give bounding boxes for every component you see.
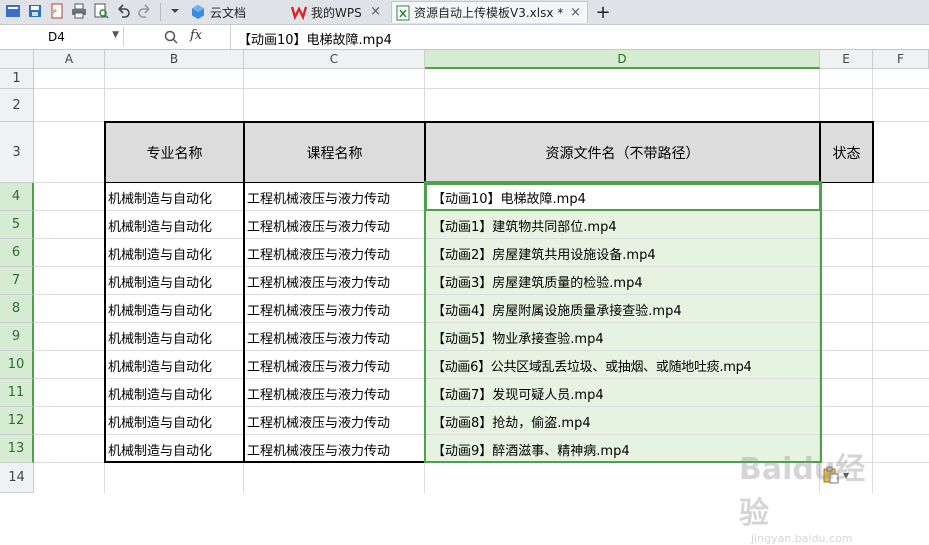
export-pdf-icon[interactable]: P	[49, 3, 65, 19]
header-cell-filename[interactable]: 资源文件名（不带路径）	[425, 122, 820, 183]
wps-logo-icon	[291, 6, 307, 20]
table-cell-major[interactable]: 机械制造与自动化	[105, 379, 244, 407]
row-header-3[interactable]: 3	[0, 122, 34, 183]
row-header-10[interactable]: 10	[0, 351, 34, 379]
table-border	[424, 121, 426, 183]
redo-icon[interactable]	[137, 3, 153, 19]
tab-label: 云文档	[210, 5, 247, 20]
row-header-8[interactable]: 8	[0, 295, 34, 323]
spreadsheet-file-icon	[396, 5, 410, 20]
undo-icon[interactable]	[115, 3, 131, 19]
watermark-logo: Baidu经验	[739, 452, 866, 531]
table-cell-filename[interactable]: 【动画6】公共区域乱丢垃圾、或抽烟、或随地吐痰.mp4	[425, 351, 820, 379]
table-border	[104, 121, 106, 463]
header-cell-course[interactable]: 课程名称	[244, 122, 425, 183]
zoom-icon[interactable]	[164, 30, 178, 44]
table-cell-course[interactable]: 工程机械液压与液力传动	[244, 435, 425, 463]
header-cell-status[interactable]: 状态	[820, 122, 873, 183]
table-cell-filename[interactable]: 【动画8】抢劫，偷盗.mp4	[425, 407, 820, 435]
formula-input[interactable]: 【动画10】电梯故障.mp4	[238, 29, 392, 48]
row-header-2[interactable]: 2	[0, 89, 34, 122]
column-header-c[interactable]: C	[244, 50, 425, 69]
table-cell-major[interactable]: 机械制造与自动化	[105, 295, 244, 323]
table-cell-course[interactable]: 工程机械液压与液力传动	[244, 239, 425, 267]
insert-function-button[interactable]: fx	[190, 28, 202, 43]
table-cell-filename[interactable]: 【动画3】房屋建筑质量的检验.mp4	[425, 267, 820, 295]
table-cell-major[interactable]: 机械制造与自动化	[105, 183, 244, 211]
header-cell-major[interactable]: 专业名称	[105, 122, 244, 183]
table-cell-course[interactable]: 工程机械液压与液力传动	[244, 351, 425, 379]
print-preview-icon[interactable]	[93, 3, 109, 19]
table-cell-course[interactable]: 工程机械液压与液力传动	[244, 183, 425, 211]
table-cell-major[interactable]: 机械制造与自动化	[105, 435, 244, 463]
title-bar: P 云文档 我的WPS × 资源自动上传模板V3.xlsx * × +	[0, 0, 929, 25]
gridline	[34, 88, 929, 89]
chevron-down-icon[interactable]	[167, 3, 183, 19]
save-icon[interactable]	[27, 3, 43, 19]
svg-text:P: P	[53, 9, 57, 16]
row-header-9[interactable]: 9	[0, 323, 34, 351]
row-header-4[interactable]: 4	[0, 183, 34, 211]
table-cell-course[interactable]: 工程机械液压与液力传动	[244, 407, 425, 435]
row-header-7[interactable]: 7	[0, 267, 34, 295]
table-cell-major[interactable]: 机械制造与自动化	[105, 351, 244, 379]
table-border	[872, 121, 874, 183]
table-cell-filename[interactable]: 【动画7】发现可疑人员.mp4	[425, 379, 820, 407]
baidu-watermark: Baidu经验 jingyan.baidu.com	[739, 444, 879, 545]
function-area: fx	[124, 25, 231, 49]
row-header-14[interactable]: 14	[0, 463, 34, 493]
app-logo-icon[interactable]	[5, 3, 21, 19]
table-border	[104, 182, 874, 183]
row-header-6[interactable]: 6	[0, 239, 34, 267]
column-header-d[interactable]: D	[425, 50, 820, 69]
tab-label: 资源自动上传模板V3.xlsx *	[414, 6, 564, 20]
column-header-b[interactable]: B	[105, 50, 244, 69]
table-border	[243, 121, 245, 463]
row-header-1[interactable]: 1	[0, 69, 34, 89]
table-cell-filename[interactable]: 【动画10】电梯故障.mp4	[425, 183, 820, 211]
table-cell-filename[interactable]: 【动画2】房屋建筑共用设施设备.mp4	[425, 239, 820, 267]
column-header-f[interactable]: F	[873, 50, 929, 69]
table-border	[104, 121, 874, 123]
table-cell-course[interactable]: 工程机械液压与液力传动	[244, 267, 425, 295]
column-header-e[interactable]: E	[820, 50, 873, 69]
table-border	[819, 121, 821, 183]
select-all-corner[interactable]	[0, 50, 34, 69]
table-cell-course[interactable]: 工程机械液压与液力传动	[244, 211, 425, 239]
table-cell-major[interactable]: 机械制造与自动化	[105, 211, 244, 239]
cloud-docs-icon	[192, 5, 204, 19]
table-cell-course[interactable]: 工程机械液压与液力传动	[244, 323, 425, 351]
watermark-url: jingyan.baidu.com	[751, 532, 853, 545]
table-cell-major[interactable]: 机械制造与自动化	[105, 239, 244, 267]
print-icon[interactable]	[71, 3, 87, 19]
close-tab-icon[interactable]: ×	[370, 4, 381, 19]
table-cell-course[interactable]: 工程机械液压与液力传动	[244, 295, 425, 323]
chevron-down-icon[interactable]: ▼	[112, 30, 119, 40]
table-border	[104, 461, 426, 463]
column-header-a[interactable]: A	[34, 50, 105, 69]
tab-spreadsheet[interactable]: 资源自动上传模板V3.xlsx * ×	[391, 1, 588, 23]
new-tab-button[interactable]: +	[594, 1, 612, 23]
tab-cloud-docs[interactable]: 云文档	[190, 1, 282, 23]
name-box[interactable]: D4 ▼	[0, 27, 124, 47]
toolbar-divider	[160, 3, 161, 21]
spreadsheet-grid: A B C D E F 1 2 3 4 5 6 7 8 9 10 11 12 1…	[0, 50, 929, 545]
table-cell-filename[interactable]: 【动画4】房屋附属设施质量承接查验.mp4	[425, 295, 820, 323]
row-header-5[interactable]: 5	[0, 211, 34, 239]
table-cell-filename[interactable]: 【动画1】建筑物共同部位.mp4	[425, 211, 820, 239]
tab-my-wps[interactable]: 我的WPS ×	[291, 1, 387, 23]
tab-label: 我的WPS	[311, 5, 362, 20]
row-header-13[interactable]: 13	[0, 435, 34, 463]
formula-bar: D4 ▼ fx 【动画10】电梯故障.mp4	[0, 25, 929, 50]
table-cell-major[interactable]: 机械制造与自动化	[105, 267, 244, 295]
row-header-12[interactable]: 12	[0, 407, 34, 435]
table-cell-course[interactable]: 工程机械液压与液力传动	[244, 379, 425, 407]
row-header-11[interactable]: 11	[0, 379, 34, 407]
cell-reference: D4	[48, 30, 65, 44]
close-tab-icon[interactable]: ×	[570, 5, 581, 20]
table-cell-major[interactable]: 机械制造与自动化	[105, 407, 244, 435]
table-cell-filename[interactable]: 【动画5】物业承接查验.mp4	[425, 323, 820, 351]
table-cell-major[interactable]: 机械制造与自动化	[105, 323, 244, 351]
